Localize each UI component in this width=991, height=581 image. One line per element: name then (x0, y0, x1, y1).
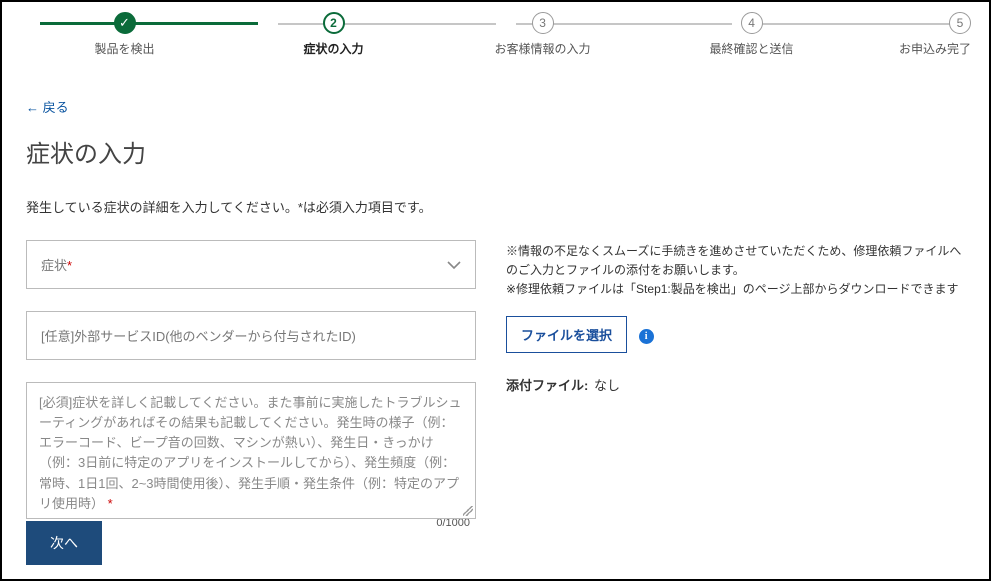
step-1[interactable]: ✓ 製品を検出 (20, 12, 229, 57)
external-id-input[interactable]: [任意]外部サービスID(他のベンダーから付与されたID) (26, 311, 476, 360)
step-label: 最終確認と送信 (647, 40, 856, 57)
details-textarea[interactable]: [必須]症状を詳しく記載してください。また事前に実施したトラブルシューティングが… (26, 382, 476, 519)
select-placeholder: 症状* (41, 255, 72, 274)
chevron-down-icon (447, 257, 461, 273)
step-number-icon: 2 (323, 12, 345, 34)
step-4: 4 最終確認と送信 (647, 12, 856, 57)
step-number-icon: 3 (532, 12, 554, 34)
choose-file-button[interactable]: ファイルを選択 (506, 316, 627, 353)
input-placeholder: [任意]外部サービスID(他のベンダーから付与されたID) (41, 329, 356, 344)
step-2[interactable]: 2 症状の入力 (229, 12, 438, 57)
step-number-icon: 4 (741, 12, 763, 34)
step-label: 製品を検出 (20, 40, 229, 57)
next-button[interactable]: 次へ (26, 521, 102, 565)
symptom-select[interactable]: 症状* (26, 240, 476, 289)
step-3: 3 お客様情報の入力 (438, 12, 647, 57)
step-number-icon: 5 (949, 12, 971, 34)
step-5: 5 お申込み完了 (856, 12, 971, 57)
back-link[interactable]: ← 戻る (26, 97, 69, 116)
step-label: お申込み完了 (856, 40, 971, 57)
check-icon: ✓ (114, 12, 136, 34)
step-label: お客様情報の入力 (438, 40, 647, 57)
instruction-text: 発生している症状の詳細を入力してください。*は必須入力項目です。 (26, 197, 965, 216)
file-note: ※情報の不足なくスムーズに手続きを進めさせていただくため、修理依頼ファイルへのご… (506, 242, 965, 300)
textarea-placeholder: [必須]症状を詳しく記載してください。また事前に実施したトラブルシューティングが… (39, 393, 463, 514)
page-title: 症状の入力 (26, 134, 965, 169)
progress-stepper: ✓ 製品を検出 2 症状の入力 3 お客様情報の入力 4 最終確認と送信 5 お… (6, 12, 985, 57)
info-icon[interactable]: i (639, 329, 654, 344)
attachment-status: 添付ファイル: なし (506, 375, 965, 394)
step-label: 症状の入力 (229, 40, 438, 57)
resize-handle-icon[interactable] (463, 506, 473, 516)
